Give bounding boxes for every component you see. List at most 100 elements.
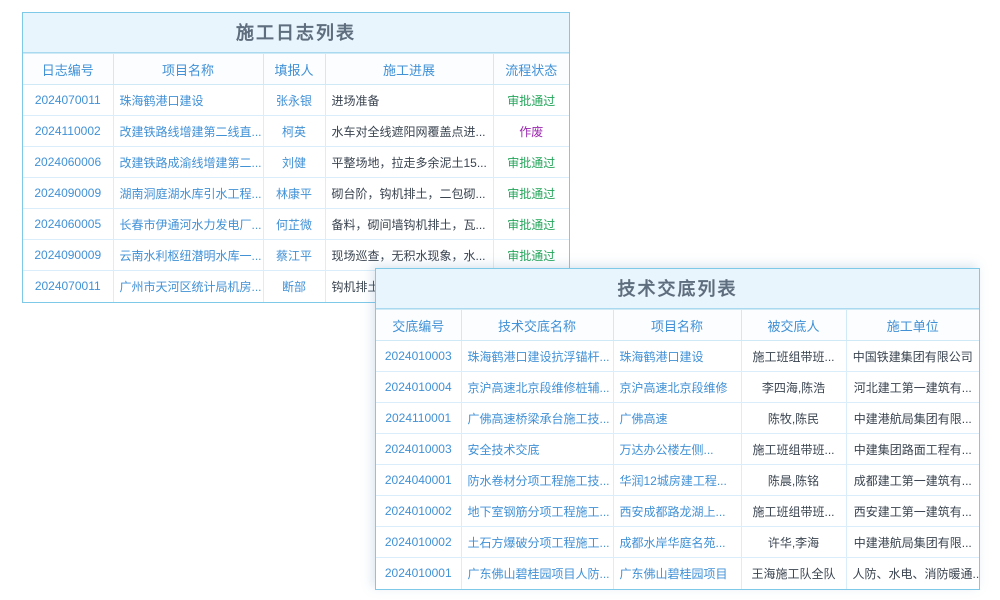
cell-link-project-name[interactable]: 京沪高速北京段维修: [613, 372, 741, 403]
cell-link-project-name[interactable]: 长春市伊通河水力发电厂...: [113, 209, 263, 240]
cell-link-disclosure-name[interactable]: 京沪高速北京段维修桩辅...: [461, 372, 613, 403]
column-header-construction-unit: 施工单位: [846, 310, 979, 341]
cell-text-construction-unit: 中建港航局集团有限...: [846, 403, 979, 434]
cell-text-construction-unit: 中建港航局集团有限...: [846, 527, 979, 558]
cell-text-progress: 进场准备: [325, 85, 493, 116]
cell-text-recipient: 王海施工队全队: [741, 558, 846, 589]
cell-link-log-id[interactable]: 2024090009: [23, 240, 113, 271]
cell-link-log-id[interactable]: 2024090009: [23, 178, 113, 209]
cell-link-disclosure-name[interactable]: 珠海鹤港口建设抗浮锚杆...: [461, 341, 613, 372]
cell-link-log-id[interactable]: 2024070011: [23, 85, 113, 116]
cell-link-disclosure-name[interactable]: 广东佛山碧桂园项目人防...: [461, 558, 613, 589]
column-header-project-name: 项目名称: [613, 310, 741, 341]
column-header-project-name: 项目名称: [113, 54, 263, 85]
cell-link-disclosure-name[interactable]: 土石方爆破分项工程施工...: [461, 527, 613, 558]
cell-link-disclosure-id[interactable]: 2024010002: [376, 527, 461, 558]
cell-link-disclosure-name[interactable]: 安全技术交底: [461, 434, 613, 465]
column-header-reporter: 填报人: [263, 54, 325, 85]
construction-log-table: 日志编号项目名称填报人施工进展流程状态2024070011珠海鹤港口建设张永银进…: [23, 53, 569, 302]
cell-link-project-name[interactable]: 珠海鹤港口建设: [113, 85, 263, 116]
cell-text-construction-unit: 西安建工第一建筑有...: [846, 496, 979, 527]
construction-log-panel: 施工日志列表 日志编号项目名称填报人施工进展流程状态2024070011珠海鹤港…: [22, 12, 570, 303]
cell-link-project-name[interactable]: 珠海鹤港口建设: [613, 341, 741, 372]
cell-text-progress: 水车对全线遮阳网覆盖点进...: [325, 116, 493, 147]
cell-link-project-name[interactable]: 云南水利枢纽潜明水库一...: [113, 240, 263, 271]
table-row: 2024010004京沪高速北京段维修桩辅...京沪高速北京段维修李四海,陈浩河…: [376, 372, 979, 403]
table-row: 2024090009云南水利枢纽潜明水库一...蔡江平现场巡查，无积水现象，水.…: [23, 240, 569, 271]
cell-link-disclosure-name[interactable]: 地下室钢筋分项工程施工...: [461, 496, 613, 527]
tech-disclosure-panel: 技术交底列表 交底编号技术交底名称项目名称被交底人施工单位2024010003珠…: [375, 268, 980, 590]
cell-text-recipient: 许华,李海: [741, 527, 846, 558]
table-row: 2024010003安全技术交底万达办公楼左侧...施工班组带班...中建集团路…: [376, 434, 979, 465]
column-header-progress: 施工进展: [325, 54, 493, 85]
cell-text-recipient: 陈晨,陈铭: [741, 465, 846, 496]
cell-link-disclosure-name[interactable]: 广佛高速桥梁承台施工技...: [461, 403, 613, 434]
cell-link-project-name[interactable]: 华润12城房建工程...: [613, 465, 741, 496]
table-row: 2024040001防水卷材分项工程施工技...华润12城房建工程...陈晨,陈…: [376, 465, 979, 496]
cell-link-project-name[interactable]: 广州市天河区统计局机房...: [113, 271, 263, 302]
cell-text-construction-unit: 中建集团路面工程有...: [846, 434, 979, 465]
cell-text-construction-unit: 中国铁建集团有限公司: [846, 341, 979, 372]
cell-link-reporter[interactable]: 断部: [263, 271, 325, 302]
table-row: 2024110001广佛高速桥梁承台施工技...广佛高速陈牧,陈民中建港航局集团…: [376, 403, 979, 434]
status-badge: 作废: [493, 116, 569, 147]
column-header-disclosure-name: 技术交底名称: [461, 310, 613, 341]
cell-link-project-name[interactable]: 湖南洞庭湖水库引水工程...: [113, 178, 263, 209]
cell-text-construction-unit: 河北建工第一建筑有...: [846, 372, 979, 403]
cell-link-project-name[interactable]: 广佛高速: [613, 403, 741, 434]
cell-link-disclosure-id[interactable]: 2024110001: [376, 403, 461, 434]
status-badge: 审批通过: [493, 85, 569, 116]
cell-link-log-id[interactable]: 2024070011: [23, 271, 113, 302]
cell-text-progress: 平整场地，拉走多余泥土15...: [325, 147, 493, 178]
cell-text-recipient: 施工班组带班...: [741, 496, 846, 527]
table-row: 2024070011珠海鹤港口建设张永银进场准备审批通过: [23, 85, 569, 116]
column-header-recipient: 被交底人: [741, 310, 846, 341]
cell-text-progress: 备料，砌间墙钩机排土，瓦...: [325, 209, 493, 240]
tech-disclosure-table: 交底编号技术交底名称项目名称被交底人施工单位2024010003珠海鹤港口建设抗…: [376, 309, 979, 589]
cell-text-recipient: 施工班组带班...: [741, 434, 846, 465]
cell-link-reporter[interactable]: 何芷微: [263, 209, 325, 240]
cell-link-project-name[interactable]: 广东佛山碧桂园项目: [613, 558, 741, 589]
cell-link-log-id[interactable]: 2024110002: [23, 116, 113, 147]
cell-link-disclosure-id[interactable]: 2024010004: [376, 372, 461, 403]
cell-link-project-name[interactable]: 成都水岸华庭名苑...: [613, 527, 741, 558]
table-row: 2024060006改建铁路成渝线增建第二...刘健平整场地，拉走多余泥土15.…: [23, 147, 569, 178]
cell-link-project-name[interactable]: 改建铁路线增建第二线直...: [113, 116, 263, 147]
cell-link-disclosure-id[interactable]: 2024010003: [376, 434, 461, 465]
status-badge: 审批通过: [493, 147, 569, 178]
cell-link-project-name[interactable]: 西安成都路龙湖上...: [613, 496, 741, 527]
column-header-disclosure-id: 交底编号: [376, 310, 461, 341]
cell-link-reporter[interactable]: 张永银: [263, 85, 325, 116]
cell-text-recipient: 施工班组带班...: [741, 341, 846, 372]
cell-link-disclosure-id[interactable]: 2024040001: [376, 465, 461, 496]
cell-text-progress: 砌台阶，钩机排土，二包砌...: [325, 178, 493, 209]
cell-link-disclosure-name[interactable]: 防水卷材分项工程施工技...: [461, 465, 613, 496]
cell-link-disclosure-id[interactable]: 2024010002: [376, 496, 461, 527]
cell-text-recipient: 陈牧,陈民: [741, 403, 846, 434]
cell-link-project-name[interactable]: 万达办公楼左侧...: [613, 434, 741, 465]
column-header-log-id: 日志编号: [23, 54, 113, 85]
cell-link-reporter[interactable]: 刘健: [263, 147, 325, 178]
tech-disclosure-title: 技术交底列表: [376, 269, 979, 309]
cell-link-log-id[interactable]: 2024060005: [23, 209, 113, 240]
table-row: 2024010001广东佛山碧桂园项目人防...广东佛山碧桂园项目王海施工队全队…: [376, 558, 979, 589]
cell-link-reporter[interactable]: 林康平: [263, 178, 325, 209]
status-badge: 审批通过: [493, 240, 569, 271]
cell-link-disclosure-id[interactable]: 2024010003: [376, 341, 461, 372]
table-row: 2024010002土石方爆破分项工程施工...成都水岸华庭名苑...许华,李海…: [376, 527, 979, 558]
table-row: 2024010003珠海鹤港口建设抗浮锚杆...珠海鹤港口建设施工班组带班...…: [376, 341, 979, 372]
header-row: 交底编号技术交底名称项目名称被交底人施工单位: [376, 310, 979, 341]
table-row: 2024060005长春市伊通河水力发电厂...何芷微备料，砌间墙钩机排土，瓦.…: [23, 209, 569, 240]
cell-link-project-name[interactable]: 改建铁路成渝线增建第二...: [113, 147, 263, 178]
cell-link-disclosure-id[interactable]: 2024010001: [376, 558, 461, 589]
header-row: 日志编号项目名称填报人施工进展流程状态: [23, 54, 569, 85]
cell-link-reporter[interactable]: 柯英: [263, 116, 325, 147]
cell-text-recipient: 李四海,陈浩: [741, 372, 846, 403]
table-row: 2024010002地下室钢筋分项工程施工...西安成都路龙湖上...施工班组带…: [376, 496, 979, 527]
cell-link-reporter[interactable]: 蔡江平: [263, 240, 325, 271]
construction-log-title: 施工日志列表: [23, 13, 569, 53]
cell-text-construction-unit: 成都建工第一建筑有...: [846, 465, 979, 496]
cell-text-progress: 现场巡查，无积水现象，水...: [325, 240, 493, 271]
table-row: 2024090009湖南洞庭湖水库引水工程...林康平砌台阶，钩机排土，二包砌.…: [23, 178, 569, 209]
cell-link-log-id[interactable]: 2024060006: [23, 147, 113, 178]
